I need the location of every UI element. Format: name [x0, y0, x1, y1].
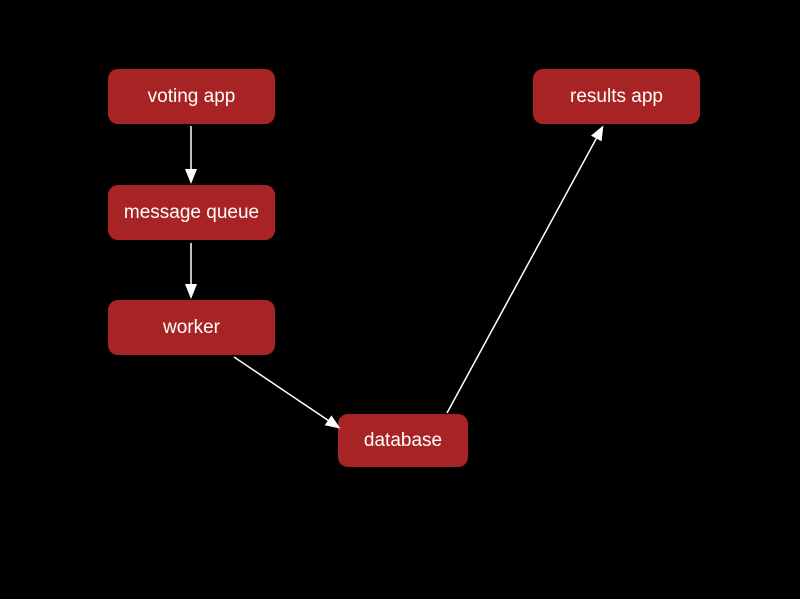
- node-voting-app: voting app: [108, 69, 275, 124]
- node-worker: worker: [108, 300, 275, 355]
- edge-database-to-results: [447, 128, 602, 413]
- node-label: message queue: [124, 202, 259, 224]
- node-label: database: [364, 430, 442, 452]
- node-label: worker: [163, 317, 220, 339]
- node-label: voting app: [148, 86, 236, 108]
- node-message-queue: message queue: [108, 185, 275, 240]
- edge-worker-to-database: [234, 357, 338, 427]
- node-database: database: [338, 414, 468, 467]
- node-results-app: results app: [533, 69, 700, 124]
- node-label: results app: [570, 86, 663, 108]
